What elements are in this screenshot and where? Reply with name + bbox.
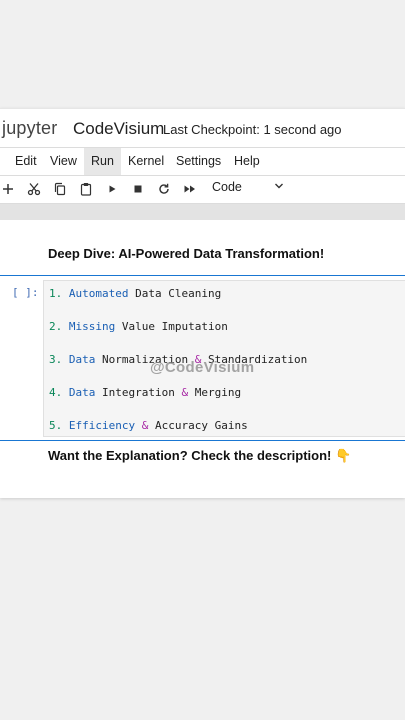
cell-type-value: Code — [212, 180, 242, 194]
menu-settings[interactable]: Settings — [169, 148, 228, 175]
header: jupyter CodeVisium Last Checkpoint: 1 se… — [0, 108, 405, 149]
menu-help[interactable]: Help — [227, 148, 267, 175]
watermark: @CodeVisium — [150, 359, 255, 376]
code-line-1: 1. Automated Data Cleaning — [49, 287, 222, 300]
menu-view[interactable]: View — [43, 148, 84, 175]
menu-kernel[interactable]: Kernel — [121, 148, 171, 175]
chevron-down-icon — [275, 183, 283, 189]
toolbar-separator — [0, 204, 405, 220]
code-line-2: 2. Missing Value Imputation — [49, 320, 228, 333]
jupyter-logo[interactable]: jupyter — [2, 118, 57, 139]
code-line-4: 4. Data Integration & Merging — [49, 386, 242, 399]
copy-icon[interactable] — [50, 179, 70, 199]
checkpoint-status: Last Checkpoint: 1 second ago — [163, 122, 342, 137]
menubar: Edit View Run Kernel Settings Help — [0, 147, 405, 176]
add-cell-icon[interactable] — [0, 179, 18, 199]
markdown-heading[interactable]: Deep Dive: AI-Powered Data Transformatio… — [48, 246, 324, 261]
paste-icon[interactable] — [76, 179, 96, 199]
markdown-footer[interactable]: Want the Explanation? Check the descript… — [48, 448, 351, 464]
stop-icon[interactable] — [128, 179, 148, 199]
menu-run[interactable]: Run — [84, 148, 121, 175]
cut-icon[interactable] — [24, 179, 44, 199]
code-cell[interactable]: [ ]: 1. Automated Data Cleaning 2. Missi… — [0, 275, 405, 441]
cell-type-select[interactable]: Code — [212, 180, 284, 198]
toolbar: Code — [0, 175, 405, 204]
notebook-title[interactable]: CodeVisium — [73, 119, 164, 139]
restart-icon[interactable] — [154, 179, 174, 199]
run-icon[interactable] — [102, 179, 122, 199]
code-line-5: 5. Efficiency & Accuracy Gains — [49, 419, 248, 432]
cell-prompt: [ ]: — [12, 286, 39, 299]
jupyter-window: jupyter CodeVisium Last Checkpoint: 1 se… — [0, 108, 405, 498]
menu-edit[interactable]: Edit — [8, 148, 44, 175]
fast-forward-icon[interactable] — [180, 179, 200, 199]
